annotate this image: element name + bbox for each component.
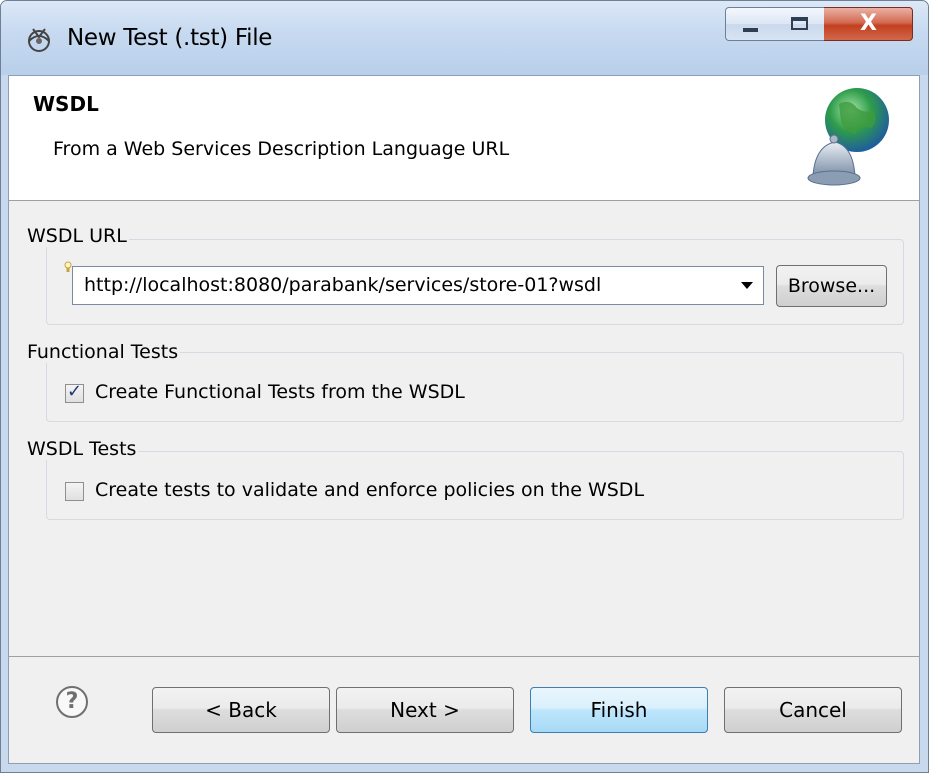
maximize-button[interactable] <box>775 7 825 41</box>
page-title: WSDL <box>33 92 99 116</box>
wsdl-url-value[interactable]: http://localhost:8080/parabank/services/… <box>84 274 601 296</box>
footer-divider <box>9 656 919 657</box>
globe-bell-icon <box>807 88 889 186</box>
dialog-window: New Test (.tst) File X WSDL From a Web S… <box>0 0 929 773</box>
browse-button[interactable]: Browse... <box>776 265 887 307</box>
create-functional-tests-label[interactable]: Create Functional Tests from the WSDL <box>95 381 465 403</box>
app-icon <box>28 28 50 52</box>
help-icon[interactable]: ? <box>56 686 88 718</box>
title-bar[interactable]: New Test (.tst) File X <box>1 1 928 75</box>
window-title: New Test (.tst) File <box>67 25 273 51</box>
lightbulb-icon <box>64 261 72 272</box>
dropdown-arrow-icon[interactable] <box>741 282 753 289</box>
wizard-header: WSDL From a Web Services Description Lan… <box>9 76 919 201</box>
create-wsdl-policy-tests-checkbox[interactable] <box>65 482 84 501</box>
create-wsdl-policy-tests-label[interactable]: Create tests to validate and enforce pol… <box>95 479 644 501</box>
cancel-button[interactable]: Cancel <box>724 687 902 733</box>
minimize-button[interactable] <box>725 7 776 41</box>
wsdl-url-label: WSDL URL <box>25 225 129 247</box>
wsdl-tests-label: WSDL Tests <box>25 438 139 460</box>
page-description: From a Web Services Description Language… <box>53 138 510 160</box>
functional-tests-label: Functional Tests <box>25 341 181 363</box>
wizard-page: WSDL From a Web Services Description Lan… <box>8 75 920 764</box>
finish-button[interactable]: Finish <box>530 687 708 733</box>
close-button[interactable]: X <box>824 7 913 41</box>
next-button[interactable]: Next > <box>336 687 514 733</box>
maximize-icon <box>791 17 808 30</box>
minimize-icon <box>743 28 758 32</box>
close-icon: X <box>860 11 877 36</box>
wsdl-url-combobox[interactable]: http://localhost:8080/parabank/services/… <box>72 266 764 305</box>
back-button[interactable]: < Back <box>152 687 330 733</box>
create-functional-tests-checkbox[interactable]: ✓ <box>65 381 84 403</box>
checkmark-icon: ✓ <box>67 381 83 402</box>
